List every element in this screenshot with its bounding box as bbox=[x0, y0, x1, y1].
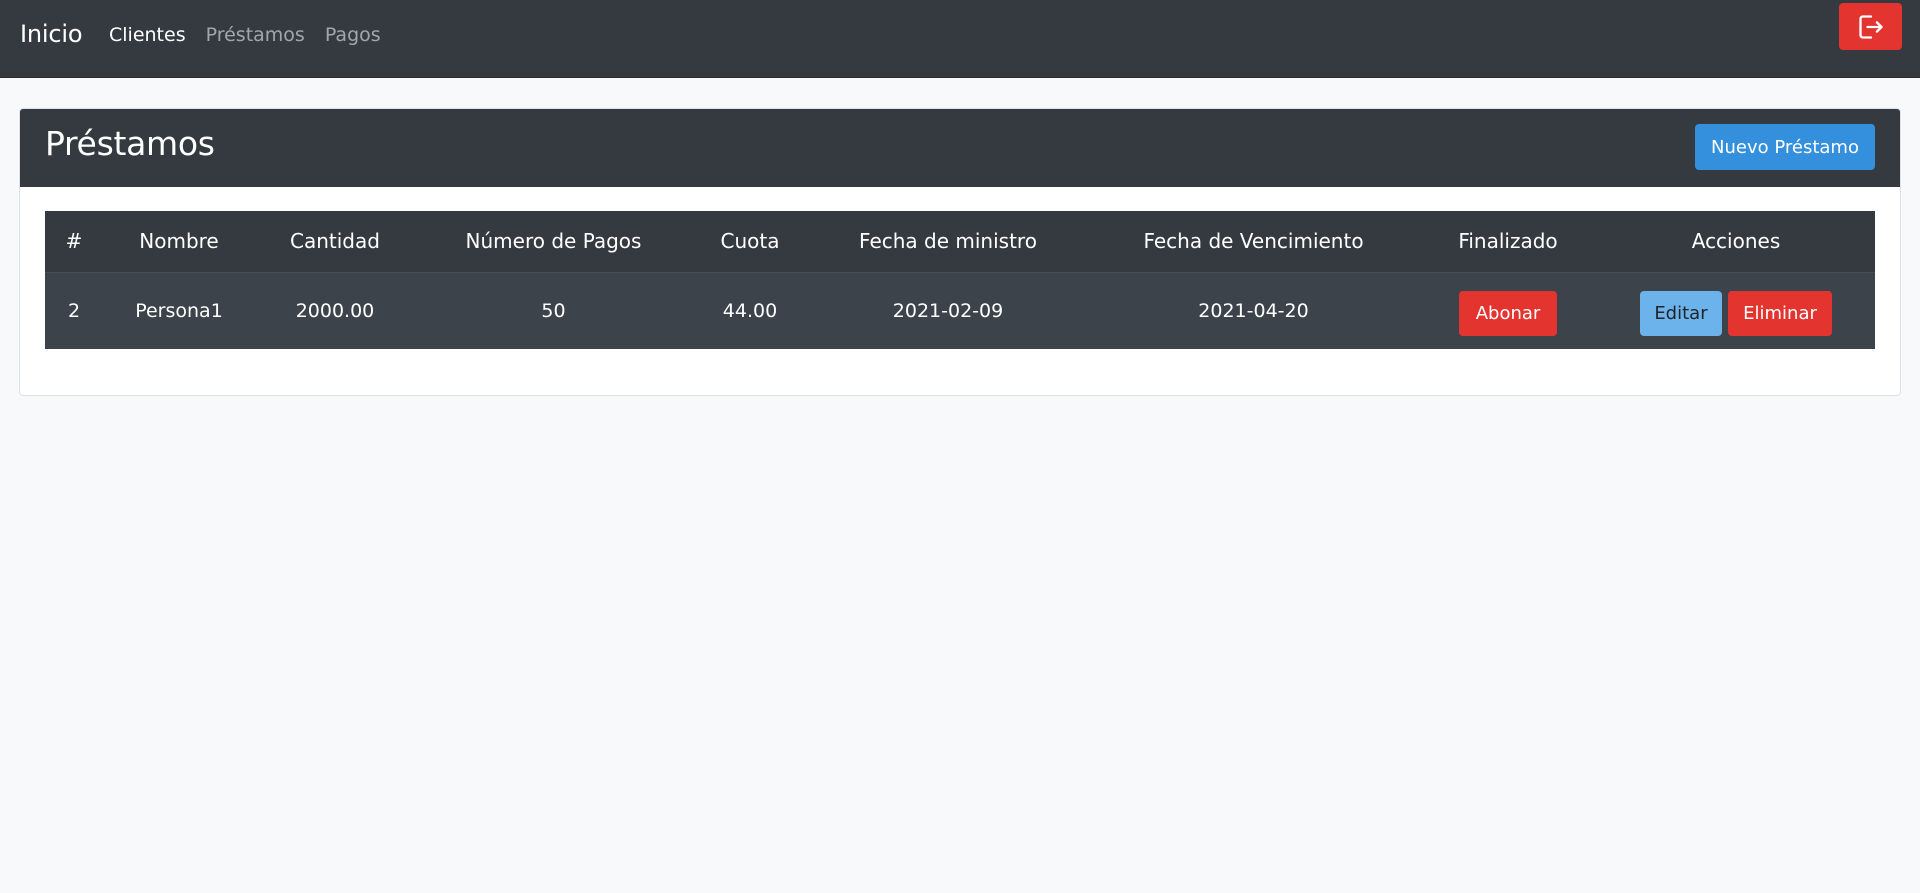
loans-card: Préstamos Nuevo Préstamo # Nombre Cantid… bbox=[19, 108, 1901, 396]
table-header-row: # Nombre Cantidad Número de Pagos Cuota … bbox=[45, 211, 1875, 273]
cell-acciones: Editar Eliminar bbox=[1597, 272, 1875, 349]
header-fecha-ministro: Fecha de ministro bbox=[808, 211, 1088, 273]
cell-cuota: 44.00 bbox=[692, 272, 808, 349]
nav-link-prestamos[interactable]: Préstamos bbox=[206, 24, 305, 46]
sign-out-icon bbox=[1858, 14, 1883, 39]
cell-finalizado: Abonar bbox=[1419, 272, 1597, 349]
header-id: # bbox=[45, 211, 103, 273]
header-numero-pagos: Número de Pagos bbox=[415, 211, 692, 273]
header-acciones: Acciones bbox=[1597, 211, 1875, 273]
header-finalizado: Finalizado bbox=[1419, 211, 1597, 273]
cell-id: 2 bbox=[45, 272, 103, 349]
cell-fecha-vencimiento: 2021-04-20 bbox=[1088, 272, 1419, 349]
logout-button[interactable] bbox=[1839, 3, 1902, 50]
new-loan-button[interactable]: Nuevo Préstamo bbox=[1695, 124, 1875, 170]
cell-cantidad: 2000.00 bbox=[255, 272, 415, 349]
nav-links: Clientes Préstamos Pagos bbox=[109, 24, 381, 46]
header-cuota: Cuota bbox=[692, 211, 808, 273]
nav-link-pagos[interactable]: Pagos bbox=[325, 24, 381, 46]
header-cantidad: Cantidad bbox=[255, 211, 415, 273]
header-nombre: Nombre bbox=[103, 211, 255, 273]
top-navbar: Inicio Clientes Préstamos Pagos bbox=[0, 0, 1920, 78]
cell-fecha-ministro: 2021-02-09 bbox=[808, 272, 1088, 349]
nav-link-clientes[interactable]: Clientes bbox=[109, 24, 186, 46]
table-row: 2 Persona1 2000.00 50 44.00 2021-02-09 2… bbox=[45, 272, 1875, 349]
page-title: Préstamos bbox=[45, 124, 215, 163]
header-fecha-vencimiento: Fecha de Vencimiento bbox=[1088, 211, 1419, 273]
edit-button[interactable]: Editar bbox=[1639, 291, 1722, 337]
card-header: Préstamos Nuevo Préstamo bbox=[20, 109, 1900, 187]
brand-home-link[interactable]: Inicio bbox=[20, 20, 83, 48]
cell-nombre: Persona1 bbox=[103, 272, 255, 349]
loans-table: # Nombre Cantidad Número de Pagos Cuota … bbox=[45, 211, 1875, 349]
abonar-button[interactable]: Abonar bbox=[1459, 291, 1557, 337]
cell-numero-pagos: 50 bbox=[415, 272, 692, 349]
delete-button[interactable]: Eliminar bbox=[1728, 291, 1833, 337]
